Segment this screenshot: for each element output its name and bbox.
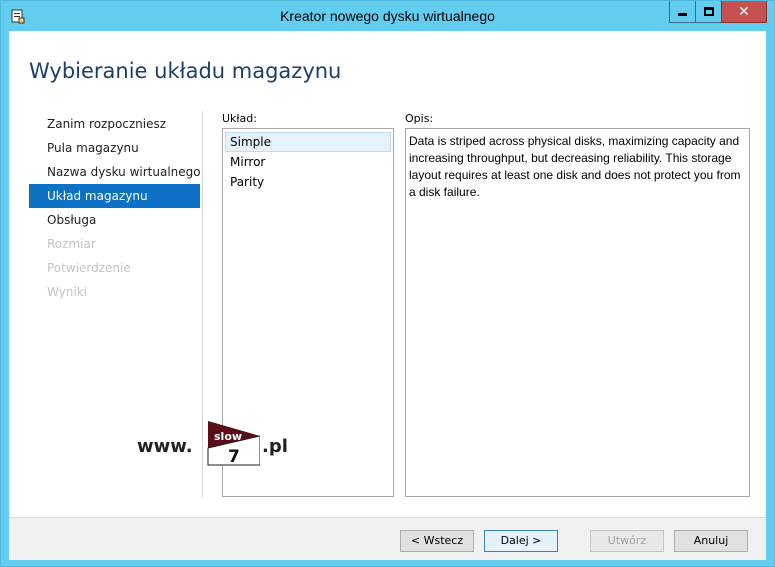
wizard-steps: Zanim rozpoczniesz Pula magazynu Nazwa d… (29, 112, 201, 304)
wizard-window: Kreator nowego dysku wirtualnego ✕ Wybie… (0, 0, 775, 567)
minimize-button[interactable] (669, 1, 696, 23)
step-results: Wyniki (47, 285, 87, 299)
maximize-icon (703, 7, 714, 16)
step-before-you-begin[interactable]: Zanim rozpoczniesz (29, 112, 200, 136)
layout-option-mirror[interactable]: Mirror (225, 152, 391, 172)
description-label: Opis: (405, 112, 434, 125)
minimize-icon (678, 13, 687, 16)
step-size: Rozmiar (47, 237, 96, 251)
watermark-logo-text: slow (214, 430, 242, 443)
description-box: Data is striped across physical disks, m… (405, 128, 750, 497)
create-button: Utwórz (590, 530, 664, 552)
watermark-logo-number: 7 (228, 447, 240, 466)
watermark-prefix: www. (137, 436, 193, 457)
close-icon: ✕ (738, 3, 750, 20)
next-button[interactable]: Dalej > (484, 530, 558, 552)
watermark-logo-icon: slow 7 (207, 421, 260, 466)
step-virtual-disk-name[interactable]: Nazwa dysku wirtualnego (29, 160, 201, 184)
back-button[interactable]: < Wstecz (400, 530, 474, 552)
step-storage-layout[interactable]: Układ magazynu (29, 184, 200, 208)
page-title: Wybieranie układu magazynu (29, 59, 342, 83)
cancel-button[interactable]: Anuluj (674, 530, 748, 552)
step-confirmation: Potwierdzenie (47, 261, 131, 275)
step-provisioning[interactable]: Obsługa (29, 208, 200, 232)
window-title: Kreator nowego dysku wirtualnego (280, 8, 495, 24)
layout-option-parity[interactable]: Parity (225, 172, 391, 192)
title-bar[interactable]: Kreator nowego dysku wirtualnego ✕ (1, 1, 774, 31)
window-controls: ✕ (669, 1, 767, 23)
layout-option-simple[interactable]: Simple (225, 132, 391, 152)
maximize-button[interactable] (695, 1, 722, 23)
wizard-client-area: Wybieranie układu magazynu Zanim rozpocz… (9, 31, 766, 560)
close-button[interactable]: ✕ (721, 1, 767, 23)
step-storage-pool[interactable]: Pula magazynu (29, 136, 200, 160)
watermark: www. slow 7 .pl (137, 420, 288, 470)
watermark-suffix: .pl (262, 436, 288, 457)
layout-label: Układ: (222, 112, 257, 125)
wizard-footer: < Wstecz Dalej > Utwórz Anuluj (9, 517, 766, 560)
